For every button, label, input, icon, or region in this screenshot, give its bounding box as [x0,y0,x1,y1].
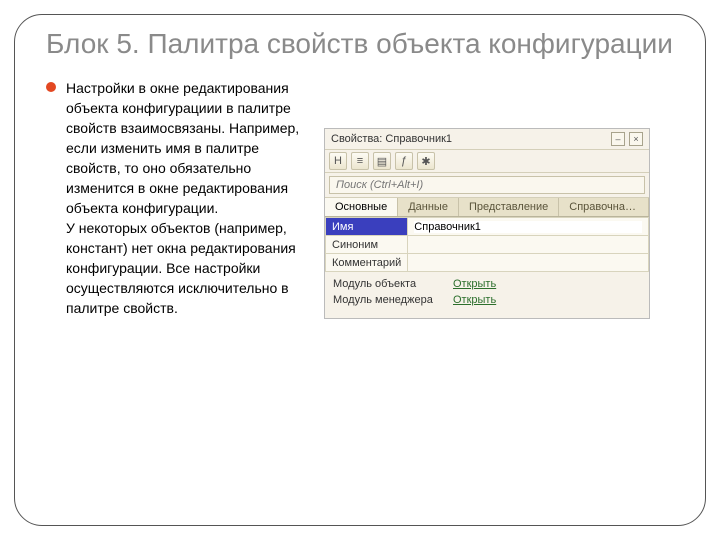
row-input-comment[interactable] [414,257,642,269]
link-row-manager-module: Модуль менеджера Открыть [333,294,641,306]
properties-palette: Свойства: Справочник1 – × H ≡ ▤ ƒ ✱ Осно… [324,128,650,319]
row-input-name[interactable] [414,221,642,233]
tabs: Основные Данные Представление Справочная… [325,198,649,217]
link-label: Модуль менеджера [333,294,443,306]
table-row: Комментарий [326,254,649,272]
tab-data[interactable]: Данные [398,198,459,216]
tab-presentation[interactable]: Представление [459,198,559,216]
pin-button[interactable]: – [611,132,625,146]
toolbar-btn-1[interactable]: ≡ [351,152,369,170]
row-label-synonym: Синоним [326,236,408,254]
slide-content: Блок 5. Палитра свойств объекта конфигур… [46,28,682,319]
close-button[interactable]: × [629,132,643,146]
titlebar-text: Свойства: Справочник1 [331,133,607,145]
row-label-name: Имя [326,218,408,236]
open-link[interactable]: Открыть [453,278,496,290]
table-row: Имя [326,218,649,236]
table-row: Синоним [326,236,649,254]
titlebar: Свойства: Справочник1 – × [325,129,649,150]
slide-title: Блок 5. Палитра свойств объекта конфигур… [46,28,682,60]
link-row-object-module: Модуль объекта Открыть [333,278,641,290]
toolbar: H ≡ ▤ ƒ ✱ [325,150,649,173]
row-input-synonym[interactable] [414,239,642,251]
searchbar [325,173,649,198]
row-label-comment: Комментарий [326,254,408,272]
tab-help[interactable]: Справочная инфор... [559,198,649,216]
bullet-icon [46,82,56,92]
bullet-item: Настройки в окне редактирования объекта … [46,78,306,319]
toolbar-btn-0[interactable]: H [329,152,347,170]
toolbar-btn-3[interactable]: ƒ [395,152,413,170]
bullet-text: Настройки в окне редактирования объекта … [66,78,306,319]
module-links: Модуль объекта Открыть Модуль менеджера … [325,272,649,318]
toolbar-btn-2[interactable]: ▤ [373,152,391,170]
link-label: Модуль объекта [333,278,443,290]
toolbar-btn-4[interactable]: ✱ [417,152,435,170]
properties-table: Имя Синоним Комментарий [325,217,649,272]
open-link[interactable]: Открыть [453,294,496,306]
tab-main[interactable]: Основные [325,198,398,216]
search-input[interactable] [329,176,645,194]
